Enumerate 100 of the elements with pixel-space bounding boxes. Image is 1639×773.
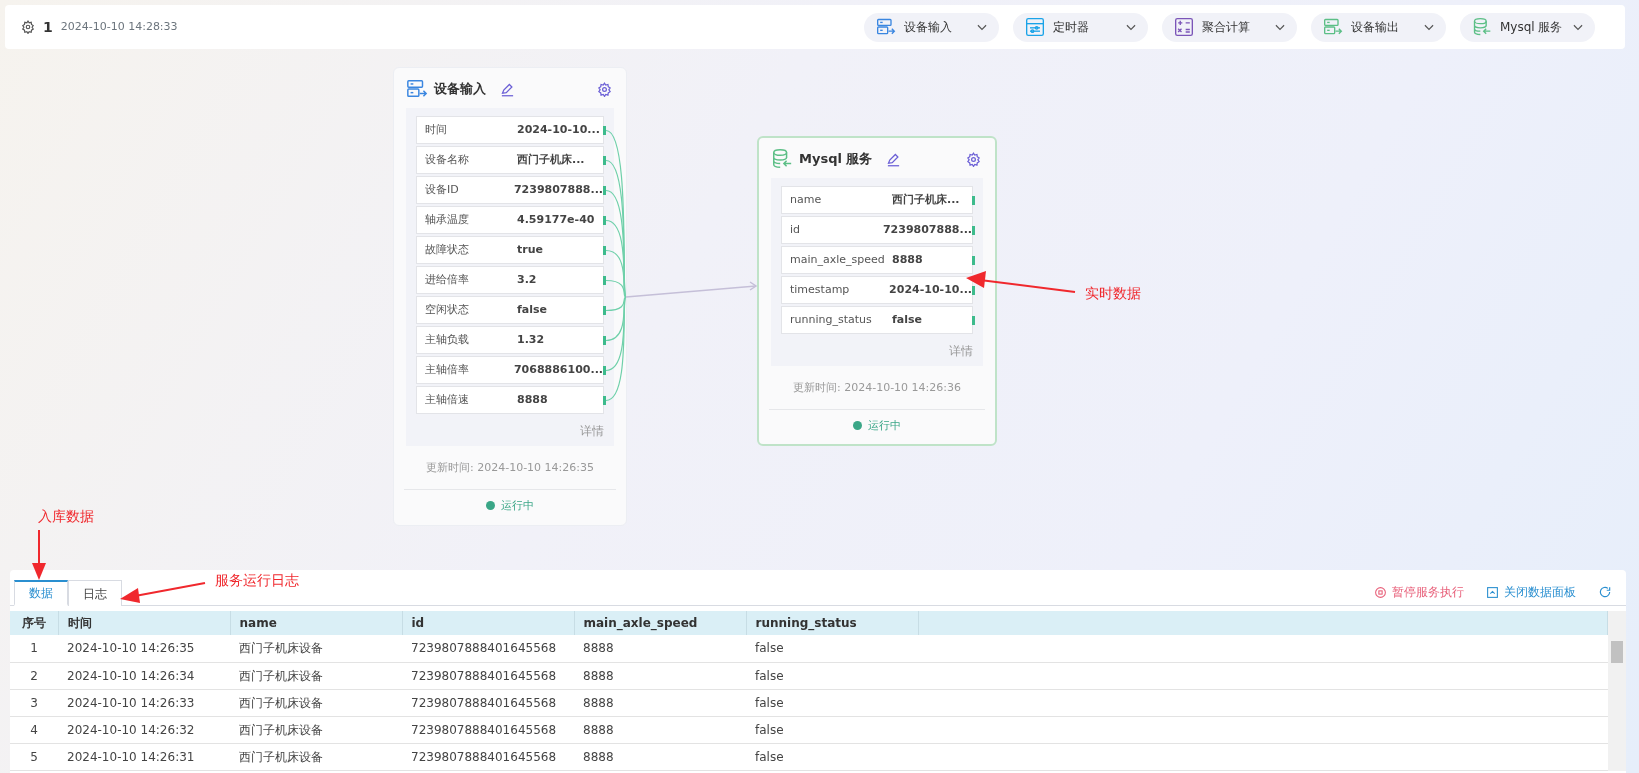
toolbar-button[interactable]: Mysql 服务 xyxy=(1460,12,1595,42)
port-marker[interactable] xyxy=(603,156,606,165)
port-marker[interactable] xyxy=(603,276,606,285)
node-card[interactable]: 设备输入 时间 2024-10-10... 设备名称 西门子机床... 设备ID 7239807888... 轴承温度 4.59177e-40 故障状态 true 进给倍率 3.2 空闲状态 false 主轴负载 1.32 主轴倍率 7068886100... 主轴倍速 8888 详情 更新时间: 2024-10-10 14:26:35 运行中 xyxy=(393,67,627,526)
table-cell: 西门子机床设备 xyxy=(230,662,402,689)
field-label: 时间 xyxy=(425,121,448,138)
port-marker[interactable] xyxy=(972,286,975,295)
field-value: 3.2 xyxy=(517,271,537,288)
field-value: 8888 xyxy=(517,391,548,408)
field-label: running_status xyxy=(790,311,873,328)
refresh-icon[interactable] xyxy=(1598,585,1612,599)
annotation-arrow xyxy=(32,529,46,580)
status-dot xyxy=(486,501,495,511)
port-marker[interactable] xyxy=(603,216,606,225)
toolbar-button[interactable]: 设备输入 xyxy=(864,12,999,42)
edit-icon[interactable] xyxy=(886,151,902,167)
edit-icon[interactable] xyxy=(500,81,515,97)
port-marker[interactable] xyxy=(972,226,975,235)
settings-icon[interactable] xyxy=(597,81,612,97)
table-cell: false xyxy=(746,743,918,770)
port-marker[interactable] xyxy=(972,256,975,265)
column-header: 时间 xyxy=(58,611,230,635)
table-cell: 8888 xyxy=(574,716,746,743)
field-value: 1.32 xyxy=(517,331,545,348)
collapse-icon xyxy=(1486,585,1499,599)
annotation-text: 服务运行日志 xyxy=(215,571,299,590)
panel-tab[interactable]: 日志 xyxy=(68,580,122,606)
toolbar-button[interactable]: 设备输出 xyxy=(1311,12,1446,42)
port-marker[interactable] xyxy=(603,366,606,375)
column-header: name xyxy=(230,611,402,635)
table-cell: 8888 xyxy=(574,743,746,770)
annotation-text: 入库数据 xyxy=(38,507,94,526)
port-marker[interactable] xyxy=(603,306,606,315)
port-marker[interactable] xyxy=(603,396,606,405)
status-dot xyxy=(853,421,862,431)
table-cell: 8888 xyxy=(574,689,746,716)
toolbar-button[interactable]: 聚合计算 xyxy=(1162,12,1297,42)
table-cell: 2024-10-10 14:26:31 xyxy=(58,743,230,770)
server-icon xyxy=(876,17,896,37)
field-label: 轴承温度 xyxy=(425,211,470,228)
table-cell: 4 xyxy=(10,716,58,743)
field-value: false xyxy=(517,301,547,318)
table-cell: 西门子机床设备 xyxy=(230,689,402,716)
calculator-icon xyxy=(1174,17,1194,37)
column-header: main_axle_speed xyxy=(574,611,746,635)
field-value: 4.59177e-40 xyxy=(517,211,595,228)
table-cell: 7239807888401645568 xyxy=(402,662,574,689)
table-cell: 7239807888401645568 xyxy=(402,689,574,716)
field-value: false xyxy=(892,311,922,328)
node-card[interactable]: Mysql 服务 name 西门子机床... id 7239807888... main_axle_speed 8888 timestamp 2024-10-10... running_status false 详情 更新时间: 2024-10-10 14:26:36 运行中 xyxy=(757,136,997,446)
scrollbar[interactable] xyxy=(1608,611,1626,771)
toolbar-button[interactable]: 定时器 xyxy=(1013,12,1148,42)
table-cell: 5 xyxy=(10,743,58,770)
table-cell: false xyxy=(746,635,918,662)
field-label: main_axle_speed xyxy=(790,251,886,268)
table-cell: 西门子机床设备 xyxy=(230,743,402,770)
table-cell: 1 xyxy=(10,635,58,662)
field-value: 西门子机床... xyxy=(517,151,585,168)
field-label: 设备名称 xyxy=(425,151,470,168)
panel-tab[interactable]: 数据 xyxy=(14,580,68,606)
server-icon xyxy=(406,78,428,100)
table-cell: false xyxy=(746,716,918,743)
port-marker[interactable] xyxy=(603,246,606,255)
port-marker[interactable] xyxy=(603,186,606,195)
field-label: id xyxy=(790,221,802,238)
field-label: 主轴倍率 xyxy=(425,361,470,378)
node-title: Mysql 服务 xyxy=(799,150,873,169)
database-icon xyxy=(1472,17,1492,37)
field-value: 7239807888... xyxy=(513,181,603,198)
field-value: 西门子机床... xyxy=(892,191,960,208)
table-cell: 2024-10-10 14:26:35 xyxy=(58,635,230,662)
field-label: 进给倍率 xyxy=(425,271,470,288)
column-header: 序号 xyxy=(10,611,58,635)
field-value: 2024-10-10... xyxy=(889,281,972,298)
column-header: running_status xyxy=(746,611,918,635)
pause-icon xyxy=(1374,585,1387,599)
settings-icon[interactable] xyxy=(966,151,981,167)
annotation-text: 实时数据 xyxy=(1085,284,1141,303)
table-cell: 西门子机床设备 xyxy=(230,635,402,662)
field-label: 主轴倍速 xyxy=(425,391,470,408)
settings-icon[interactable] xyxy=(21,20,35,34)
port-marker[interactable] xyxy=(603,126,606,135)
table-cell: 2 xyxy=(10,662,58,689)
port-marker[interactable] xyxy=(972,316,975,325)
field-label: timestamp xyxy=(790,281,851,298)
field-label: 设备ID xyxy=(425,181,460,198)
table-cell: 8888 xyxy=(574,662,746,689)
timestamp: 2024-10-10 14:28:33 xyxy=(60,18,178,35)
field-value: true xyxy=(517,241,543,258)
update-time: 更新时间: 2024-10-10 14:26:35 xyxy=(426,461,594,474)
table-cell: 8888 xyxy=(574,635,746,662)
status-text: 运行中 xyxy=(501,497,534,514)
field-label: name xyxy=(790,191,823,208)
port-marker[interactable] xyxy=(972,196,975,205)
table-cell: 7239807888401645568 xyxy=(402,635,574,662)
action-button[interactable]: 关闭数据面板 xyxy=(1486,583,1576,601)
table-cell: false xyxy=(746,662,918,689)
field-label: 故障状态 xyxy=(425,241,470,258)
port-marker[interactable] xyxy=(603,336,606,345)
field-value: 8888 xyxy=(892,251,923,268)
